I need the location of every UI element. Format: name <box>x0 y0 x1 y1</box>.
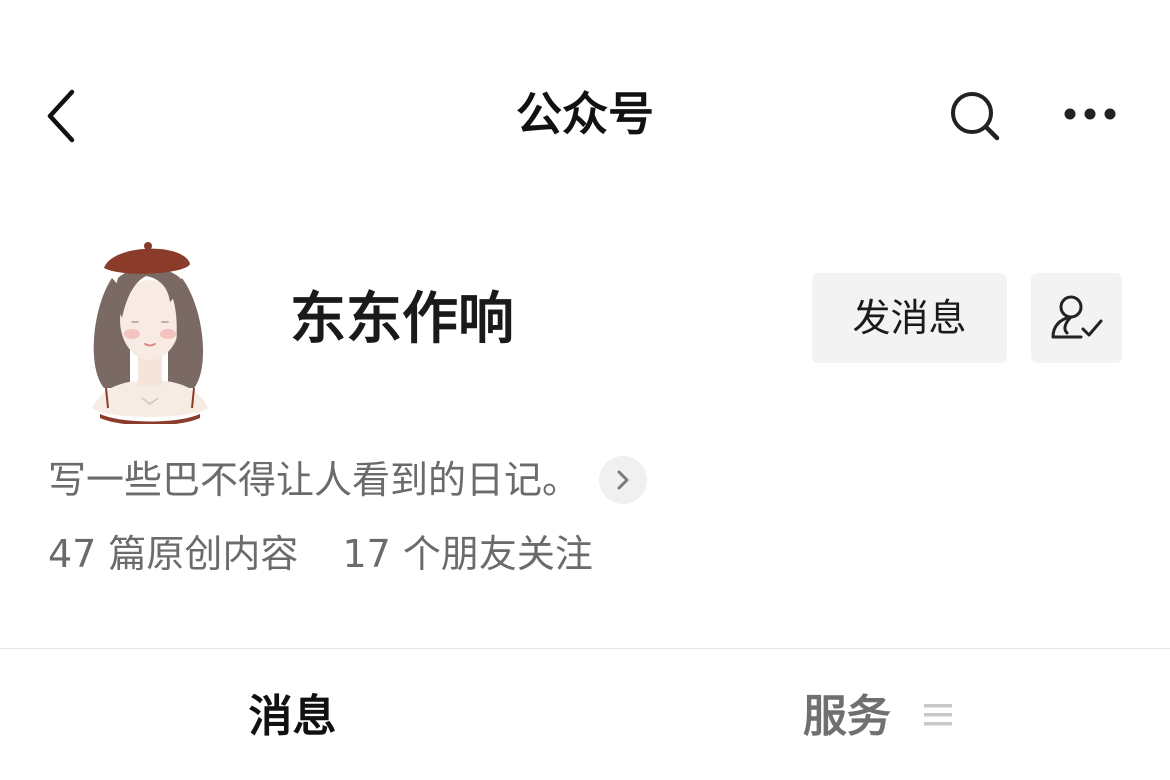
send-message-button[interactable]: 发消息 <box>812 273 1007 363</box>
tab-messages-label: 消息 <box>248 691 337 742</box>
tab-services[interactable]: 服务 <box>585 685 1170 749</box>
more-button[interactable] <box>1058 88 1122 144</box>
search-icon <box>951 92 1000 141</box>
friends-following-count[interactable]: 17 个朋友关注 <box>342 526 592 582</box>
avatar-illustration <box>92 242 208 426</box>
stats-row: 47 篇原创内容 17 个朋友关注 <box>48 526 593 582</box>
nav-bar: 公众号 <box>0 60 1170 170</box>
account-description: 写一些巴不得让人看到的日记。 <box>48 458 581 502</box>
search-button[interactable] <box>945 88 1005 144</box>
tab-bar: 消息 服务 <box>0 649 1170 780</box>
profile-header: 东东作响 发消息 <box>0 230 1170 430</box>
menu-lines-icon <box>924 704 953 726</box>
account-name: 东东作响 <box>290 287 514 352</box>
description-more-button[interactable] <box>599 456 648 504</box>
description-row[interactable]: 写一些巴不得让人看到的日记。 <box>48 452 648 508</box>
tab-messages[interactable]: 消息 <box>0 685 585 749</box>
person-check-icon <box>1051 295 1103 339</box>
more-horizontal-icon <box>1064 108 1116 120</box>
follow-button[interactable] <box>1031 273 1122 363</box>
chevron-right-icon <box>617 470 629 490</box>
avatar[interactable] <box>82 238 218 426</box>
original-content-count[interactable]: 47 篇原创内容 <box>48 526 298 582</box>
tab-services-label: 服务 <box>802 691 891 742</box>
